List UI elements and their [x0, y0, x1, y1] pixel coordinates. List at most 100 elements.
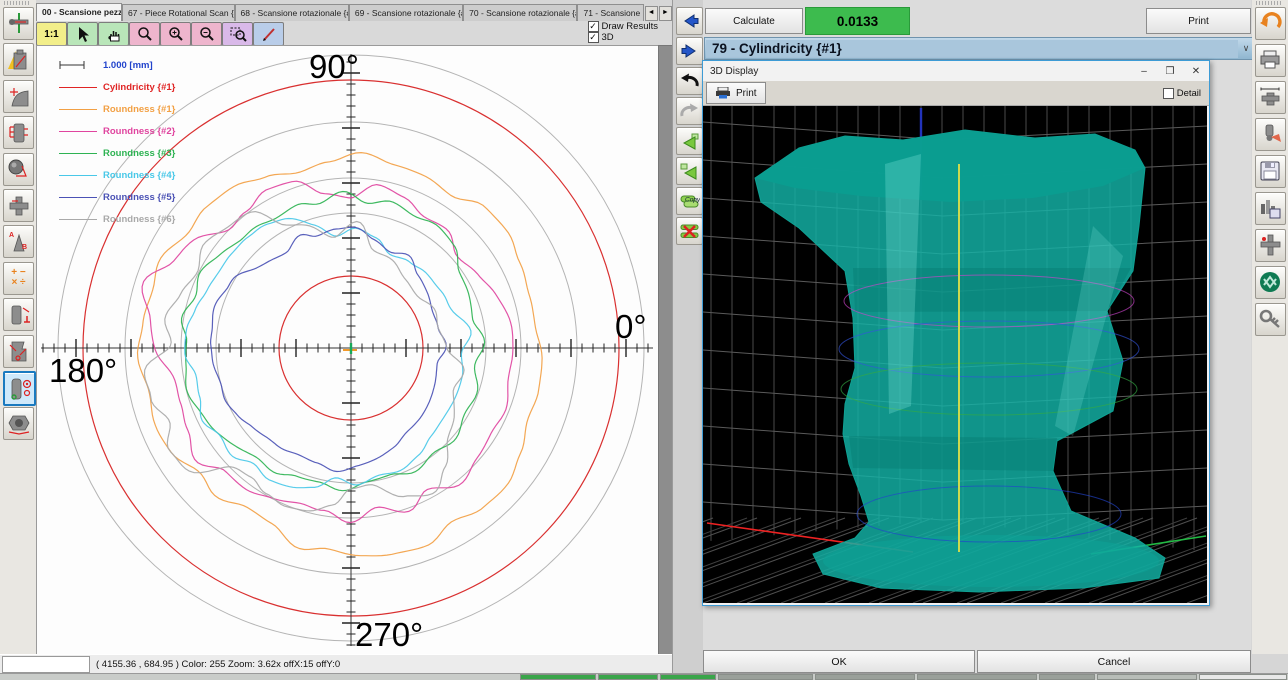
- measure-line-button[interactable]: [253, 22, 284, 46]
- print-report-button-icon: [1258, 48, 1283, 73]
- sidebar-tool-math-operations-tool[interactable]: + −× ÷: [3, 262, 34, 295]
- sidebar-tool-cross-dimension-tool[interactable]: [3, 189, 34, 222]
- taskbar-segment-2[interactable]: [660, 674, 716, 680]
- sidebar-tool-hex-feature-tool[interactable]: [3, 407, 34, 440]
- fixture-setup-button-icon: [1258, 233, 1283, 258]
- angle-label-0: 0°: [615, 308, 647, 346]
- 3d-checkbox-label: 3D: [602, 32, 614, 43]
- taskbar-segment-0[interactable]: [520, 674, 596, 680]
- sidebar-tool-fixture-setup-button[interactable]: [1255, 229, 1286, 262]
- move-result-down-button[interactable]: [676, 157, 703, 185]
- taskbar-segment-4[interactable]: [815, 674, 915, 680]
- tab-scan-3[interactable]: 69 - Scansione rotazionale {#3}: [349, 4, 463, 21]
- sidebar-tool-sphere-dimension-tool[interactable]: [3, 153, 34, 186]
- feature-select-dropdown[interactable]: 79 - Cylindricity {#1} ∨: [704, 37, 1254, 60]
- move-result-up-button[interactable]: [676, 127, 703, 155]
- sidebar-tool-save-results-button[interactable]: [1255, 192, 1286, 225]
- zoom-button[interactable]: [129, 22, 160, 46]
- sidebar-tool-perpendicularity-tool[interactable]: [3, 298, 34, 331]
- tab-scan-5[interactable]: 71 - Scansione rotazionale: [577, 4, 643, 21]
- sidebar-tool-license-key-button[interactable]: [1255, 303, 1286, 336]
- svg-text:A: A: [9, 232, 14, 239]
- angle-label-180: 180°: [49, 352, 117, 390]
- legend-swatch: [59, 175, 97, 176]
- nav-next-button[interactable]: [676, 37, 703, 65]
- sidebar-tool-undo-action-button[interactable]: [1255, 7, 1286, 40]
- calculate-button[interactable]: Calculate: [705, 8, 803, 34]
- select-cursor-button[interactable]: [67, 22, 98, 46]
- svg-text:B: B: [22, 244, 27, 251]
- maximize-icon[interactable]: ❒: [1157, 63, 1183, 80]
- 3d-checkbox-box[interactable]: ✓: [588, 32, 599, 43]
- sidebar-tool-probe-measure-button[interactable]: [1255, 118, 1286, 151]
- greenarrow2-icon: [679, 161, 700, 181]
- 3d-checkbox[interactable]: ✓ 3D: [588, 32, 659, 43]
- sphere-dimension-tool-icon: [6, 157, 31, 182]
- tab-scan-4[interactable]: 70 - Scansione rotazionale {#4}: [463, 4, 577, 21]
- detail-label: Detail: [1177, 88, 1201, 99]
- results-panel: Calculate 0.0133 Print 79 - Cylindricity…: [703, 0, 1251, 674]
- legend-label: Roundness {#4}: [103, 170, 175, 181]
- sidebar-tool-print-report-button[interactable]: [1255, 44, 1286, 77]
- legend-swatch: [59, 197, 97, 198]
- actual-size-button[interactable]: 1:1: [36, 22, 67, 46]
- detail-checkbox[interactable]: Detail: [1163, 88, 1201, 99]
- sidebar-tool-roundness-cylindricity-tool[interactable]: [3, 371, 36, 406]
- sidebar-tool-angle-measure-tool[interactable]: AB: [3, 225, 34, 258]
- zoom-in-button[interactable]: [160, 22, 191, 46]
- legend-label: Cylindricity {#1}: [103, 82, 175, 93]
- sidebar-tool-cylinder-dimension-tool[interactable]: [3, 116, 34, 149]
- copy-button[interactable]: Copy: [676, 187, 703, 215]
- draw-results-checkbox[interactable]: ✓ Draw Results: [588, 21, 659, 32]
- ok-button[interactable]: OK: [703, 650, 975, 673]
- 3d-window-title: 3D Display: [703, 66, 1131, 77]
- sidebar-tool-dimension-report-button[interactable]: [1255, 81, 1286, 114]
- plot-scrollbar[interactable]: [658, 45, 673, 656]
- zoom-region-button[interactable]: [222, 22, 253, 46]
- license-key-button-icon: [1258, 307, 1283, 332]
- 3d-viewport[interactable]: [703, 106, 1207, 603]
- greenarrow-icon: [679, 131, 700, 151]
- 3d-print-button[interactable]: Print: [706, 82, 766, 104]
- draw-results-checkbox-box[interactable]: ✓: [588, 21, 599, 32]
- sidebar-tool-runout-measure-tool[interactable]: [3, 335, 34, 368]
- chevron-down-icon[interactable]: ∨: [1239, 43, 1253, 54]
- detail-checkbox-box[interactable]: [1163, 88, 1174, 99]
- perpendicularity-tool-icon: [6, 302, 31, 327]
- sidebar-tool-approve-button[interactable]: [1255, 266, 1286, 299]
- taskbar-segment-5[interactable]: [917, 674, 1037, 680]
- delete-button[interactable]: [676, 217, 703, 245]
- nav-previous-button[interactable]: [676, 7, 703, 35]
- taskbar-segment-7[interactable]: [1097, 674, 1197, 680]
- print-button[interactable]: Print: [1146, 8, 1251, 34]
- legend-item-2: Roundness {#2}: [59, 120, 175, 142]
- legend-swatch: [59, 131, 97, 132]
- zoom-out-button[interactable]: [191, 22, 222, 46]
- 3d-display-window: 3D Display – ❒ ✕ Print Detail: [702, 60, 1210, 606]
- blueleft-icon: [679, 11, 700, 31]
- sidebar-tool-alignment-probe-tool[interactable]: [3, 7, 34, 40]
- taskbar-segment-6[interactable]: [1039, 674, 1095, 680]
- taskbar-segment-3[interactable]: [718, 674, 813, 680]
- pan-hand-button[interactable]: [98, 22, 129, 46]
- tab-scroll-right[interactable]: ►: [659, 6, 672, 21]
- sidebar-tool-piece-scan-tool[interactable]: [3, 43, 34, 76]
- tab-scroll-left[interactable]: ◄: [645, 6, 658, 21]
- tab-scan-1[interactable]: 67 - Piece Rotational Scan {#1}: [122, 4, 235, 21]
- sidebar-tool-save-button[interactable]: [1255, 155, 1286, 188]
- tab-piece-scan[interactable]: 00 - Scansione pezzo 1: [36, 3, 122, 21]
- minimize-icon[interactable]: –: [1131, 63, 1157, 80]
- taskbar-segment-8[interactable]: [1199, 674, 1287, 680]
- backarrow-icon: [679, 71, 700, 91]
- taskbar-segment-1[interactable]: [598, 674, 658, 680]
- tab-scan-2[interactable]: 68 - Scansione rotazionale {#2}: [235, 4, 349, 21]
- legend-swatch: [59, 87, 97, 88]
- legend-swatch: [59, 153, 97, 154]
- cancel-button[interactable]: Cancel: [977, 650, 1251, 673]
- sidebar-tool-profile-measure-tool[interactable]: [3, 80, 34, 113]
- 3d-window-titlebar[interactable]: 3D Display – ❒ ✕: [703, 61, 1209, 81]
- close-icon[interactable]: ✕: [1183, 63, 1209, 80]
- undo-button[interactable]: [676, 67, 703, 95]
- redo-button[interactable]: [676, 97, 703, 125]
- approve-button-icon: [1258, 270, 1283, 295]
